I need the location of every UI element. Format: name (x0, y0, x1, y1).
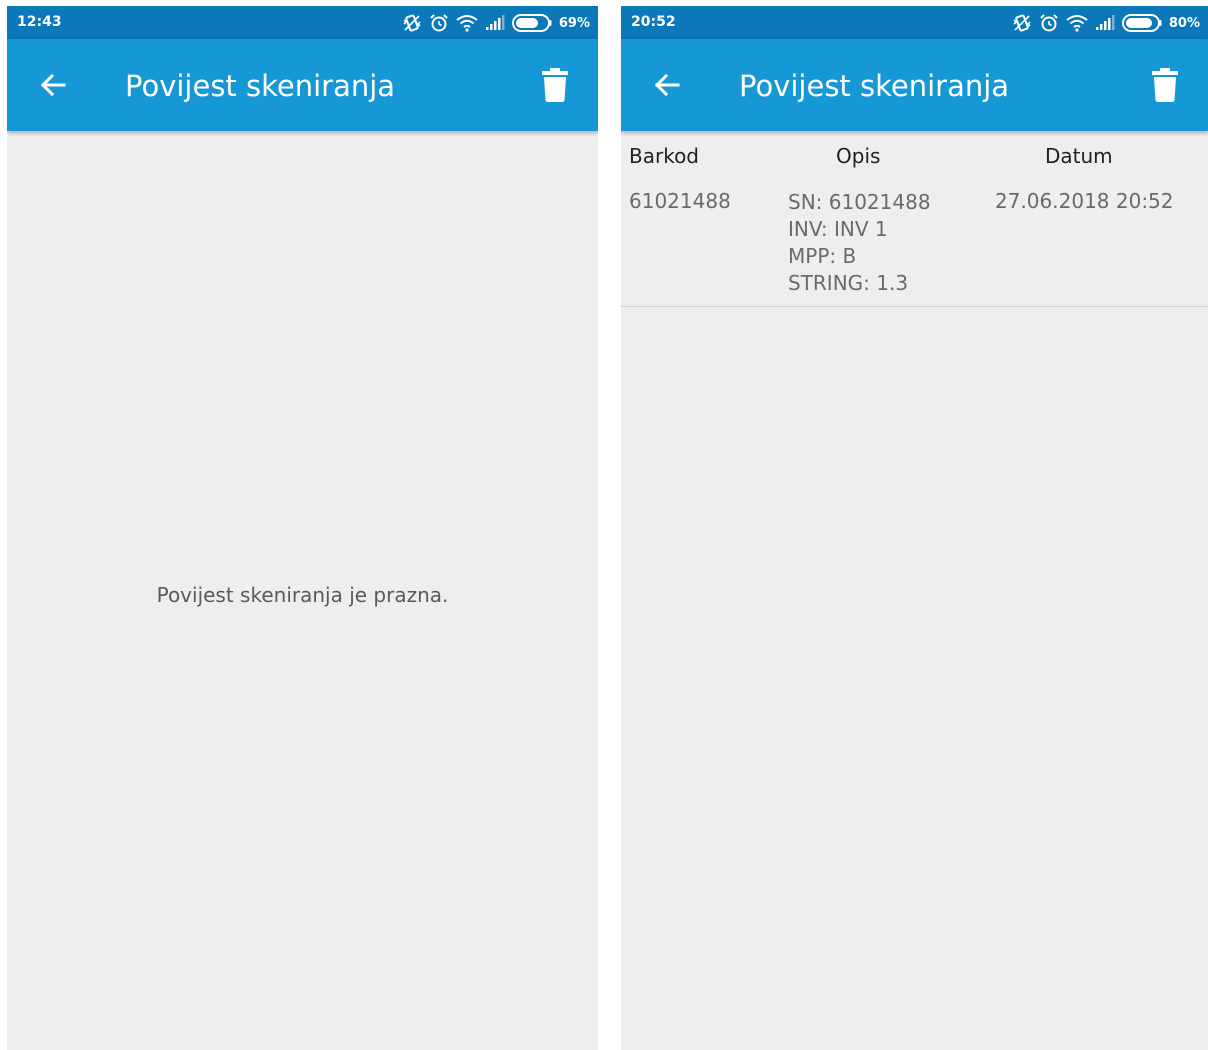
app-bar: Povijest skeniranja (7, 39, 598, 131)
cell-datum: 27.06.2018 20:52 (995, 189, 1174, 213)
status-time: 20:52 (631, 14, 676, 30)
opis-line: STRING: 1.3 (788, 271, 909, 295)
alarm-icon (430, 14, 448, 32)
status-icons: 80% (1012, 11, 1200, 35)
arrow-left-icon (40, 73, 66, 97)
signal-icon (485, 15, 505, 30)
history-content: Povijest skeniranja je prazna. (7, 131, 598, 1050)
table-header: Barkod Opis Datum (621, 131, 1208, 181)
status-bar: 20:52 80% (621, 6, 1208, 39)
opis-line: SN: 61021488 (788, 190, 931, 214)
history-table: Barkod Opis Datum 61021488 SN: 61021488 … (621, 131, 1208, 307)
delete-history-button[interactable] (1144, 64, 1186, 106)
battery-icon (1121, 14, 1162, 32)
alarm-icon (1040, 14, 1058, 32)
battery-percent: 80% (1168, 15, 1200, 31)
back-button[interactable] (31, 63, 75, 107)
column-header-barkod: Barkod (629, 144, 699, 168)
cell-barkod: 61021488 (629, 189, 731, 213)
cell-opis: SN: 61021488 INV: INV 1 MPP: B STRING: 1… (788, 189, 931, 297)
status-icons: 69% (402, 11, 590, 35)
column-header-opis: Opis (836, 144, 881, 168)
page-title: Povijest skeniranja (125, 69, 396, 103)
app-bar: Povijest skeniranja (621, 39, 1208, 131)
history-content: Barkod Opis Datum 61021488 SN: 61021488 … (621, 131, 1208, 1050)
column-header-datum: Datum (1045, 144, 1113, 168)
status-time: 12:43 (17, 14, 62, 30)
trash-icon (542, 68, 568, 102)
vibrate-icon (1013, 14, 1031, 32)
phone-screen-with-history: 20:52 80% Povijest skeniranja Barkod Opi… (621, 6, 1208, 1050)
wifi-icon (1066, 15, 1088, 32)
back-button[interactable] (645, 63, 689, 107)
table-row[interactable]: 61021488 SN: 61021488 INV: INV 1 MPP: B … (621, 181, 1208, 307)
arrow-left-icon (654, 73, 680, 97)
opis-line: MPP: B (788, 244, 857, 268)
status-bar: 12:43 69% (7, 6, 598, 39)
opis-line: INV: INV 1 (788, 217, 888, 241)
battery-percent: 69% (558, 15, 590, 31)
phone-screen-empty: 12:43 69% Povijest skeniranja Povijest s… (7, 6, 598, 1050)
delete-history-button[interactable] (534, 64, 576, 106)
empty-history-message: Povijest skeniranja je prazna. (156, 583, 449, 607)
vibrate-icon (403, 14, 421, 32)
page-title: Povijest skeniranja (739, 69, 1010, 103)
signal-icon (1095, 15, 1115, 30)
battery-icon (511, 14, 552, 32)
trash-icon (1152, 68, 1178, 102)
wifi-icon (456, 15, 478, 32)
